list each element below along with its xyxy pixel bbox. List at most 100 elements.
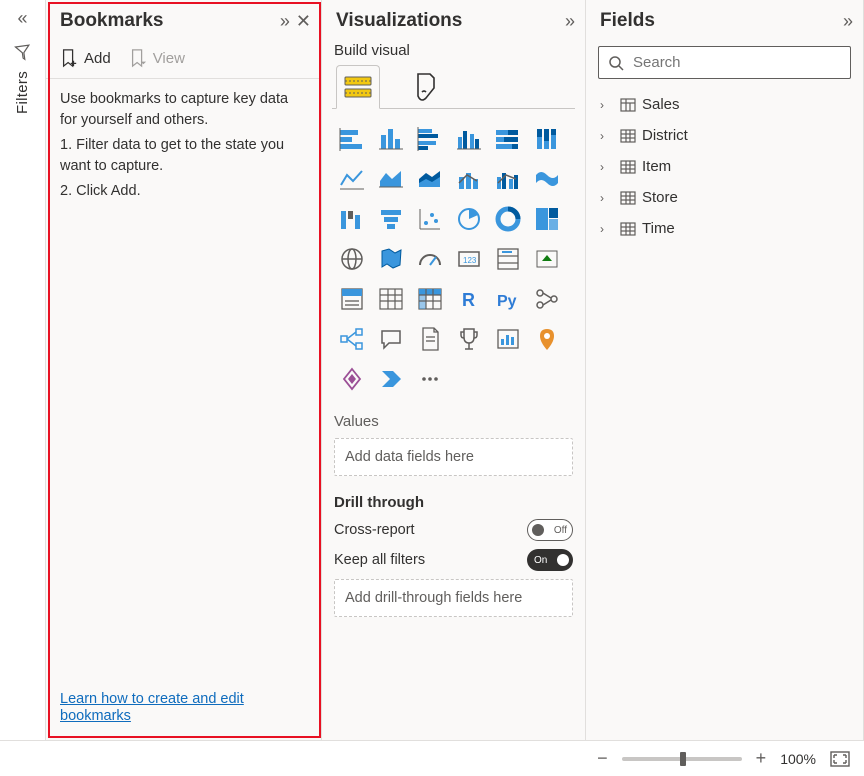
viz-line[interactable]: [334, 161, 370, 197]
viz-multi-row-card[interactable]: [490, 241, 526, 277]
expand-filters-button[interactable]: «: [17, 8, 27, 29]
visualizations-title: Visualizations: [336, 10, 462, 32]
bookmarks-learn-link[interactable]: Learn how to create and edit bookmarks: [60, 691, 244, 724]
viz-line-clustered-column[interactable]: [490, 161, 526, 197]
viz-clustered-bar[interactable]: [412, 121, 448, 157]
chevron-right-icon: ›: [600, 98, 614, 112]
viz-area[interactable]: [373, 161, 409, 197]
fields-search-input[interactable]: [598, 46, 851, 79]
viz-more[interactable]: [412, 361, 448, 397]
build-visual-tab[interactable]: [336, 65, 380, 109]
zoom-out-button[interactable]: −: [597, 748, 608, 769]
keep-all-filters-label: Keep all filters: [334, 552, 425, 568]
viz-power-automate[interactable]: [373, 361, 409, 397]
build-visual-label: Build visual: [322, 42, 585, 63]
viz-clustered-column[interactable]: [451, 121, 487, 157]
viz-treemap[interactable]: [529, 201, 565, 237]
filters-label[interactable]: Filters: [14, 71, 31, 114]
values-label: Values: [322, 403, 585, 434]
bookmark-add-button[interactable]: Add: [60, 48, 111, 68]
viz-line-stacked-column[interactable]: [451, 161, 487, 197]
viz-qna[interactable]: [373, 321, 409, 357]
search-icon: [608, 55, 624, 71]
viz-waterfall[interactable]: [334, 201, 370, 237]
bookmarks-title: Bookmarks: [60, 10, 164, 32]
table-icon: [620, 221, 636, 237]
keep-all-filters-toggle[interactable]: On: [527, 549, 573, 571]
cross-report-toggle[interactable]: Off: [527, 519, 573, 541]
viz-gauge[interactable]: [412, 241, 448, 277]
table-icon: [620, 128, 636, 144]
zoom-bar: − + 100%: [0, 740, 864, 776]
viz-100-stacked-bar[interactable]: [490, 121, 526, 157]
table-label: Item: [642, 158, 671, 175]
bookmarks-help-text: Use bookmarks to capture key data for yo…: [46, 78, 321, 680]
svg-text:123: 123: [463, 256, 477, 265]
values-drop[interactable]: Add data fields here: [334, 438, 573, 476]
viz-filled-map[interactable]: [373, 241, 409, 277]
viz-ribbon[interactable]: [529, 161, 565, 197]
zoom-in-button[interactable]: +: [756, 748, 767, 769]
viz-scatter[interactable]: [412, 201, 448, 237]
viz-funnel[interactable]: [373, 201, 409, 237]
viz-scorecard[interactable]: [490, 321, 526, 357]
filters-collapsed-pane: « Filters: [0, 0, 46, 740]
zoom-percent: 100%: [780, 751, 816, 767]
viz-slicer[interactable]: [334, 281, 370, 317]
viz-pie[interactable]: [451, 201, 487, 237]
table-item-item[interactable]: › Item: [596, 151, 853, 182]
viz-arcgis[interactable]: [529, 321, 565, 357]
svg-text:R: R: [462, 290, 475, 310]
chevron-right-icon: ›: [600, 129, 614, 143]
collapse-visualizations-button[interactable]: »: [565, 11, 575, 32]
viz-py[interactable]: Py: [490, 281, 526, 317]
viz-goals[interactable]: [451, 321, 487, 357]
collapse-fields-button[interactable]: »: [843, 11, 853, 32]
fields-pane: Fields » › Sales › District: [586, 0, 864, 740]
chevron-right-icon: ›: [600, 160, 614, 174]
viz-power-apps[interactable]: [334, 361, 370, 397]
fit-to-page-button[interactable]: [830, 751, 850, 767]
format-visual-icon: [412, 72, 440, 102]
viz-r[interactable]: R: [451, 281, 487, 317]
zoom-slider[interactable]: [622, 757, 742, 761]
viz-kpi[interactable]: [529, 241, 565, 277]
viz-matrix[interactable]: [412, 281, 448, 317]
drill-through-label: Drill through: [322, 484, 585, 515]
chevron-right-icon: ›: [600, 222, 614, 236]
chevron-right-icon: ›: [600, 191, 614, 205]
viz-donut[interactable]: [490, 201, 526, 237]
bookmark-add-icon: [60, 48, 78, 68]
viz-paginated[interactable]: [412, 321, 448, 357]
table-item-store[interactable]: › Store: [596, 182, 853, 213]
filters-icon: [14, 43, 32, 61]
visualizations-pane: Visualizations » Build visual: [322, 0, 586, 740]
table-label: Store: [642, 189, 678, 206]
viz-stacked-area[interactable]: [412, 161, 448, 197]
close-bookmarks-button[interactable]: ✕: [296, 11, 311, 32]
cross-report-label: Cross-report: [334, 522, 415, 538]
viz-map[interactable]: [334, 241, 370, 277]
viz-key-influencers[interactable]: [529, 281, 565, 317]
bookmark-view-button: View: [129, 48, 185, 68]
bookmark-view-icon: [129, 48, 147, 68]
format-visual-tab[interactable]: [404, 65, 448, 109]
bookmarks-pane: Bookmarks » ✕ Add: [46, 0, 322, 740]
table-item-sales[interactable]: › Sales: [596, 89, 853, 120]
table-icon: [620, 159, 636, 175]
drill-through-drop[interactable]: Add drill-through fields here: [334, 579, 573, 617]
build-visual-icon: [343, 74, 373, 100]
collapse-bookmarks-button[interactable]: »: [280, 11, 290, 32]
table-label: District: [642, 127, 688, 144]
table-label: Time: [642, 220, 675, 237]
viz-decomposition-tree[interactable]: [334, 321, 370, 357]
viz-100-stacked-column[interactable]: [529, 121, 565, 157]
table-label: Sales: [642, 96, 680, 113]
table-item-time[interactable]: › Time: [596, 213, 853, 244]
fields-title: Fields: [600, 10, 655, 32]
viz-card[interactable]: 123: [451, 241, 487, 277]
viz-stacked-bar[interactable]: [334, 121, 370, 157]
viz-table[interactable]: [373, 281, 409, 317]
table-item-district[interactable]: › District: [596, 120, 853, 151]
viz-stacked-column[interactable]: [373, 121, 409, 157]
